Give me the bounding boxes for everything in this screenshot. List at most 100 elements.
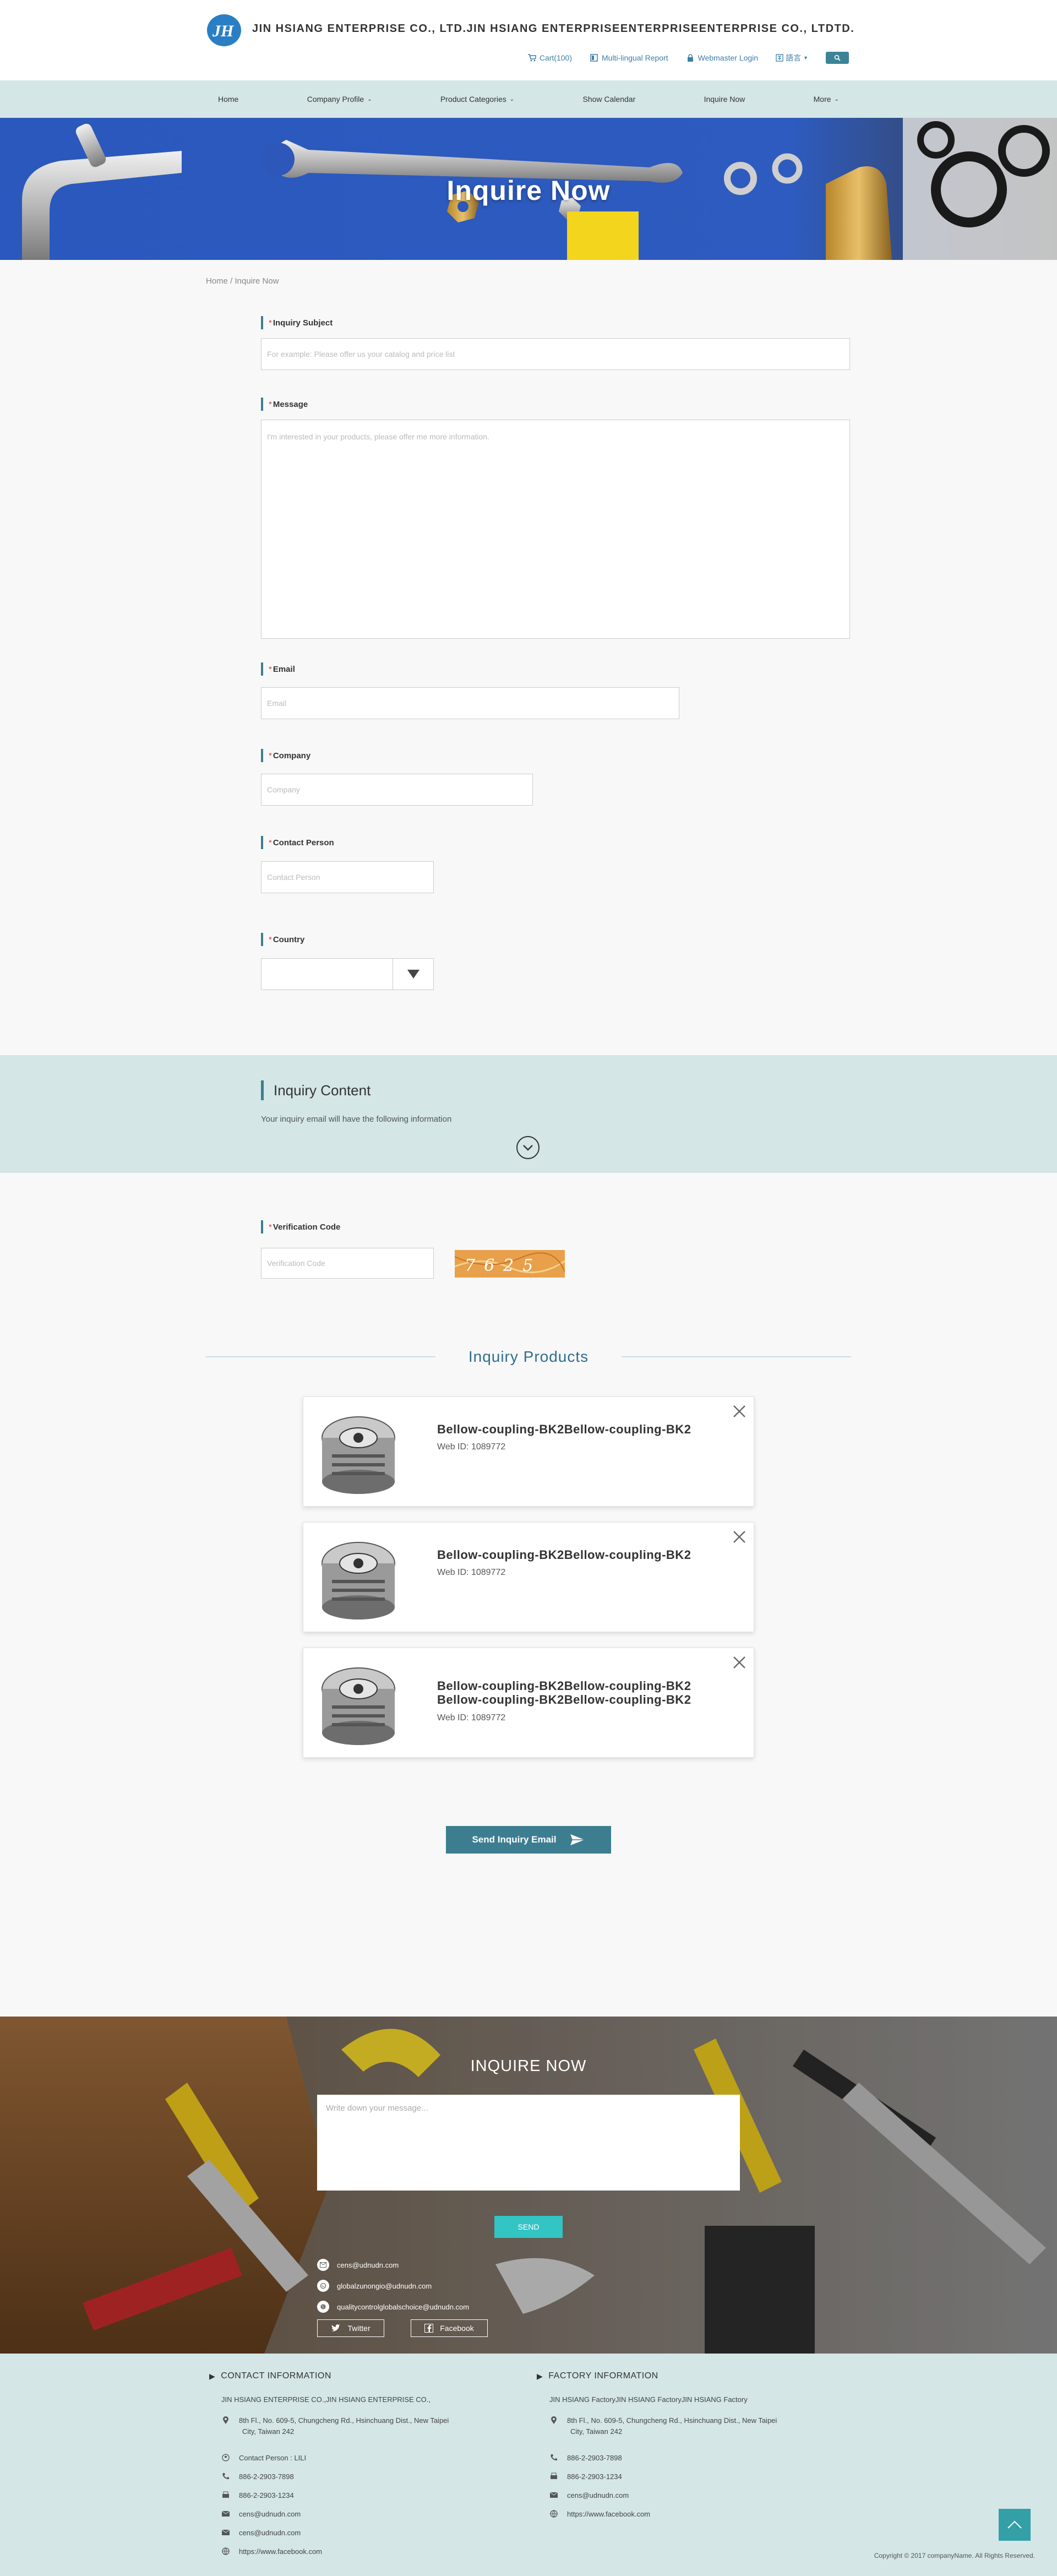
quick-contact-email[interactable]: cens@udnudn.com xyxy=(317,2259,399,2271)
mail-icon xyxy=(221,2509,230,2518)
back-to-top-button[interactable] xyxy=(999,2509,1031,2541)
inquiry-content-section: Inquiry Content Your inquiry email will … xyxy=(0,1055,1057,1173)
expand-button[interactable] xyxy=(516,1136,540,1159)
nav-item-home[interactable]: Home xyxy=(206,95,250,104)
caret-down-icon: ▼ xyxy=(803,55,808,61)
factory-info-title: ▶ FACTORY INFORMATION xyxy=(537,2371,658,2381)
skype-icon: S xyxy=(317,2301,329,2313)
product-image[interactable] xyxy=(310,1404,407,1501)
product-card[interactable]: Bellow-coupling-BK2Bellow-coupling-BK2 W… xyxy=(303,1396,754,1507)
label-text: Contact Person xyxy=(273,838,334,847)
select-arrow[interactable] xyxy=(393,959,433,990)
factory-phone[interactable]: 886-2-2903-7898 xyxy=(549,2453,622,2464)
header-links: Cart(100) Multi-lingual Report Webmaster… xyxy=(527,52,849,64)
globe-icon xyxy=(221,2547,230,2556)
company-logo[interactable]: JH xyxy=(206,13,244,47)
quick-message-textarea[interactable]: Write down your message... xyxy=(317,2095,740,2191)
breadcrumb[interactable]: Home / Inquire Now xyxy=(206,276,279,286)
contact-info-title: ▶ CONTACT INFORMATION xyxy=(209,2371,331,2381)
product-name[interactable]: Bellow-coupling-BK2Bellow-coupling-BK2 xyxy=(437,1422,691,1436)
contact-text: cens@udnudn.com xyxy=(337,2260,399,2269)
email-input[interactable]: Email xyxy=(261,687,679,719)
factory-email[interactable]: cens@udnudn.com xyxy=(549,2490,629,2501)
webmaster-link[interactable]: Webmaster Login xyxy=(686,53,758,62)
nav-item-label: More xyxy=(813,95,831,104)
close-icon[interactable] xyxy=(732,1404,747,1419)
phone-icon xyxy=(549,2453,558,2462)
factory-website[interactable]: https://www.facebook.com xyxy=(549,2509,650,2520)
nav-item-inquire-now[interactable]: Inquire Now xyxy=(692,95,758,104)
product-name[interactable]: Bellow-coupling-BK2Bellow-coupling-BK2 xyxy=(437,1548,691,1562)
cart-label: Cart(100) xyxy=(539,53,572,62)
url-text: https://www.facebook.com xyxy=(567,2510,651,2518)
contact-person-input[interactable]: Contact Person xyxy=(261,861,434,893)
language-select[interactable]: 語言 ▼ xyxy=(776,52,808,63)
contact-email[interactable]: cens@udnudn.com xyxy=(221,2509,301,2520)
company-input[interactable]: Company xyxy=(261,774,533,806)
quick-contact-skype[interactable]: S qualitycontrolglobalschoice@udnudn.com xyxy=(317,2301,469,2313)
placeholder-text: Email xyxy=(267,699,287,708)
product-card[interactable]: Bellow-coupling-BK2Bellow-coupling-BK2 W… xyxy=(303,1522,754,1632)
inquiry-products-heading: Inquiry Products xyxy=(206,1348,852,1366)
button-label: Send Inquiry Email xyxy=(472,1834,557,1845)
contact-email-2[interactable]: cens@udnudn.com xyxy=(221,2528,301,2539)
nav-item-more[interactable]: More ⌄ xyxy=(802,95,851,104)
page-banner: Inquire Now xyxy=(0,118,1057,260)
search-button[interactable] xyxy=(826,52,849,64)
quick-send-button[interactable]: SEND xyxy=(494,2216,563,2238)
product-web-id: Web ID: 1089772 xyxy=(437,1442,506,1452)
svg-text:S: S xyxy=(322,2305,325,2309)
language-icon xyxy=(776,54,783,62)
triangle-right-icon: ▶ xyxy=(209,2371,216,2381)
cart-link[interactable]: Cart(100) xyxy=(527,53,572,62)
factory-fax[interactable]: 886-2-2903-1234 xyxy=(549,2471,622,2482)
country-select[interactable] xyxy=(261,958,434,990)
facebook-button[interactable]: Facebook xyxy=(411,2319,488,2337)
product-web-id: Web ID: 1089772 xyxy=(437,1713,506,1722)
label-bar xyxy=(261,749,263,762)
chevron-up-icon xyxy=(1007,2520,1022,2529)
nav-item-product-categories[interactable]: Product Categories ⌄ xyxy=(428,95,526,104)
title-text: FACTORY INFORMATION xyxy=(548,2371,658,2381)
factory-name-text: JIN HSIANG FactoryJIN HSIANG FactoryJIN … xyxy=(549,2395,748,2404)
product-card[interactable]: Bellow-coupling-BK2Bellow-coupling-BK2 B… xyxy=(303,1648,754,1758)
product-image[interactable] xyxy=(310,1529,407,1626)
site-header: JH JIN HSIANG ENTERPRISE CO., LTD.JIN HS… xyxy=(0,0,1057,80)
close-icon[interactable] xyxy=(732,1655,747,1670)
fax-text: 886-2-2903-1234 xyxy=(567,2472,622,2481)
message-textarea[interactable]: I'm interested in your products, please … xyxy=(261,420,850,639)
required-mark: * xyxy=(269,934,272,944)
product-name[interactable]: Bellow-coupling-BK2Bellow-coupling-BK2 B… xyxy=(437,1679,723,1707)
required-mark: * xyxy=(269,751,272,760)
nav-item-show-calendar[interactable]: Show Calendar xyxy=(571,95,648,104)
required-mark: * xyxy=(269,399,272,409)
contact-text: globalzunongio@udnudn.com xyxy=(337,2281,432,2290)
multilingual-label: Multi-lingual Report xyxy=(602,53,668,62)
contact-fax[interactable]: 886-2-2903-1234 xyxy=(221,2490,294,2501)
company-text: JIN HSIANG ENTERPRISE CO.,JIN HSIANG ENT… xyxy=(221,2395,431,2404)
multilingual-link[interactable]: Multi-lingual Report xyxy=(590,53,668,62)
report-icon xyxy=(590,54,598,62)
required-mark: * xyxy=(269,838,272,847)
chevron-down-icon: ⌄ xyxy=(509,96,515,102)
contact-phone[interactable]: 886-2-2903-7898 xyxy=(221,2471,294,2482)
captcha-image[interactable]: 7625 xyxy=(455,1250,565,1278)
logo-text: JH xyxy=(212,22,235,40)
verification-code-input[interactable]: Verification Code xyxy=(261,1248,434,1279)
twitter-button[interactable]: Twitter xyxy=(317,2319,384,2337)
webmaster-label: Webmaster Login xyxy=(698,53,759,62)
inquiry-subject-input[interactable]: For example: Please offer us your catalo… xyxy=(261,338,850,370)
nav-item-label: Home xyxy=(218,95,239,104)
product-image[interactable] xyxy=(310,1655,407,1752)
email-text: cens@udnudn.com xyxy=(239,2529,301,2537)
close-icon[interactable] xyxy=(732,1529,747,1545)
label-text: Country xyxy=(273,934,305,944)
nav-item-company-profile[interactable]: Company Profile ⌄ xyxy=(295,95,384,104)
copyright-text: Copyright © 2017 companyName. All Rights… xyxy=(874,2552,1035,2559)
send-inquiry-button[interactable]: Send Inquiry Email xyxy=(446,1826,611,1854)
verification-code-label: * Verification Code xyxy=(261,1220,340,1233)
company-name[interactable]: JIN HSIANG ENTERPRISE CO., LTD.JIN HSIAN… xyxy=(252,23,854,35)
contact-website[interactable]: https://www.facebook.com xyxy=(221,2546,322,2557)
chevron-down-icon xyxy=(523,1145,533,1151)
quick-contact-whatsapp[interactable]: globalzunongio@udnudn.com xyxy=(317,2280,432,2292)
